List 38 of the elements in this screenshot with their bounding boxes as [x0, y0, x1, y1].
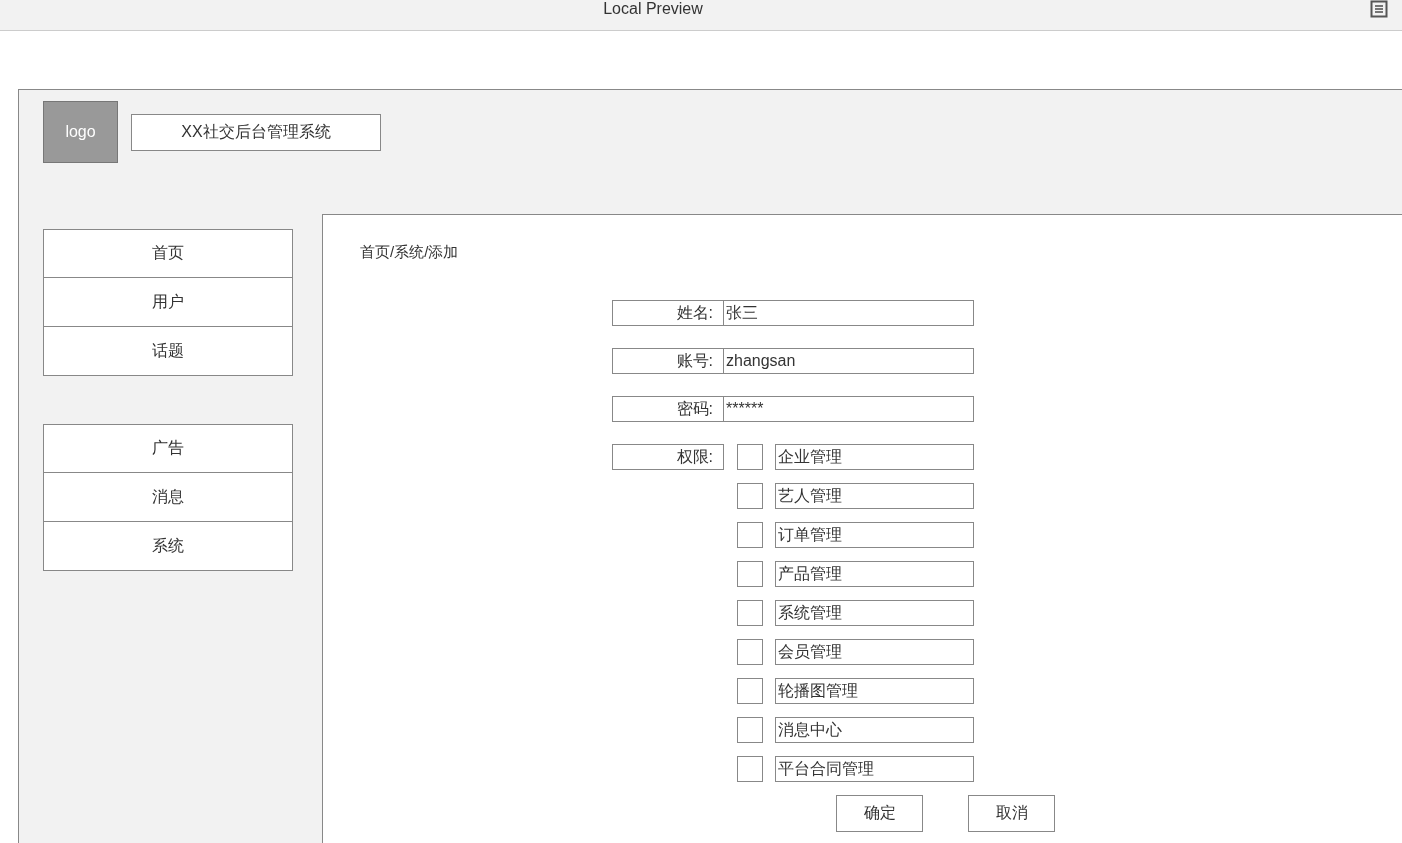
sidebar-item[interactable]: 话题: [43, 326, 293, 376]
field-label: 密码:: [612, 396, 724, 422]
logo: logo: [43, 101, 118, 163]
option-label: 企业管理: [775, 444, 974, 470]
option-label: 会员管理: [775, 639, 974, 665]
checkbox[interactable]: [737, 678, 763, 704]
form-button[interactable]: 取消: [968, 795, 1055, 832]
option-label: 订单管理: [775, 522, 974, 548]
checkbox[interactable]: [737, 483, 763, 509]
sidebar-item[interactable]: 首页: [43, 229, 293, 278]
option-label: 消息中心: [775, 717, 974, 743]
checkbox[interactable]: [737, 561, 763, 587]
option-label: 系统管理: [775, 600, 974, 626]
input-field[interactable]: 张三: [724, 300, 974, 326]
checkbox[interactable]: [737, 522, 763, 548]
sidebar-item[interactable]: 系统: [43, 521, 293, 571]
sidebar-item[interactable]: 广告: [43, 424, 293, 473]
option-label: 产品管理: [775, 561, 974, 587]
option-label: 轮播图管理: [775, 678, 974, 704]
menu-icon[interactable]: [1370, 0, 1388, 18]
field-label: 姓名:: [612, 300, 724, 326]
sidebar-item[interactable]: 用户: [43, 277, 293, 327]
checkbox[interactable]: [737, 600, 763, 626]
input-field[interactable]: zhangsan: [724, 348, 974, 374]
sidebar-item[interactable]: 消息: [43, 472, 293, 522]
field-label: 账号:: [612, 348, 724, 374]
checkbox[interactable]: [737, 756, 763, 782]
option-label: 艺人管理: [775, 483, 974, 509]
app-title: XX社交后台管理系统: [131, 114, 381, 151]
checkbox[interactable]: [737, 639, 763, 665]
breadcrumb: 首页/系统/添加: [360, 242, 460, 262]
form-button[interactable]: 确定: [836, 795, 923, 832]
window-title: Local Preview: [603, 0, 703, 18]
checkbox[interactable]: [737, 444, 763, 470]
checkbox[interactable]: [737, 717, 763, 743]
field-label: 权限:: [612, 444, 724, 470]
input-field[interactable]: ******: [724, 396, 974, 422]
option-label: 平台合同管理: [775, 756, 974, 782]
